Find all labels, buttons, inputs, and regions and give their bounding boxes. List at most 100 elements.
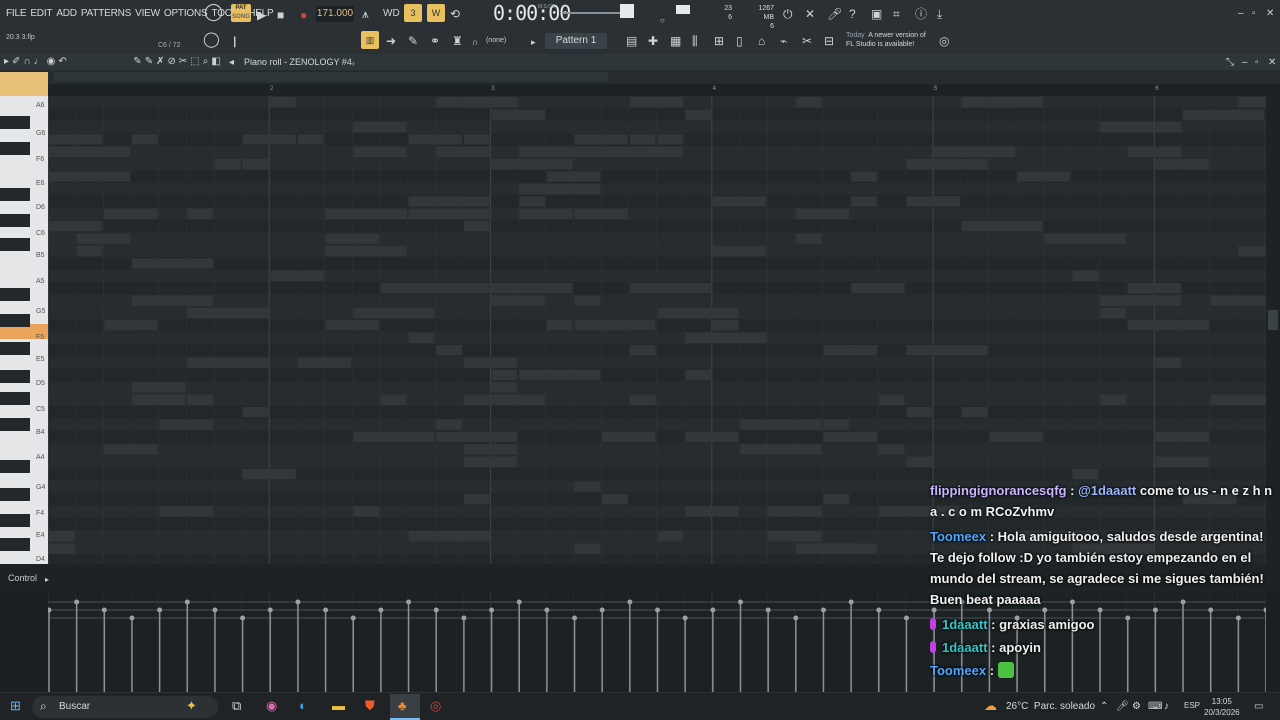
black-key[interactable]: [0, 288, 30, 301]
mic-tray-icon[interactable]: 🎤︎: [1116, 701, 1129, 712]
settings-tray-icon[interactable]: ⚙: [1132, 701, 1141, 712]
network-icon[interactable]: ⌨: [1148, 701, 1162, 712]
mixer-toggle-icon[interactable]: ✕: [805, 7, 815, 21]
black-key[interactable]: [0, 142, 30, 155]
black-key[interactable]: [0, 188, 30, 201]
microphone-icon[interactable]: 🎤︎: [827, 7, 842, 21]
black-key[interactable]: [0, 392, 30, 405]
undo-icon[interactable]: ↶: [58, 56, 69, 67]
save-icon[interactable]: ▣: [871, 7, 882, 21]
keyboard-corner[interactable]: [0, 72, 48, 96]
black-key[interactable]: [0, 460, 30, 473]
magnet-tool-icon[interactable]: ∩: [23, 56, 33, 67]
menu-file[interactable]: FILE: [6, 8, 27, 19]
plugin-icon[interactable]: ⌗: [893, 7, 900, 21]
black-key[interactable]: [0, 116, 30, 129]
obs-icon[interactable]: ◎: [430, 699, 441, 713]
language-indicator[interactable]: ESP: [1184, 701, 1200, 710]
time-display[interactable]: 0:00:00: [493, 1, 571, 25]
vertical-scroll-thumb[interactable]: [1268, 310, 1278, 330]
link-icon[interactable]: ⚭: [430, 34, 440, 48]
piano-keyboard[interactable]: A6 G6 F6 E6 D6 C6 B5 A5 G5 F5 E5 D5 C5 B4 A4 G4 F4 E4 D4: [0, 72, 48, 564]
playlist-view-button[interactable]: ▥: [361, 31, 379, 49]
channel-rack-icon[interactable]: ✚: [648, 34, 658, 48]
news-panel[interactable]: Today A newer version of FL Studio is av…: [846, 31, 926, 49]
black-key[interactable]: [0, 538, 30, 551]
browser-icon[interactable]: ⊞: [714, 34, 724, 48]
black-key[interactable]: [0, 488, 30, 501]
task-view-icon[interactable]: ⧉: [232, 699, 241, 713]
speaker-icon[interactable]: ◂: [229, 56, 234, 70]
note-icon[interactable]: ♩: [34, 56, 47, 67]
help-icon[interactable]: ?: [849, 7, 856, 21]
copilot-sparkle-icon[interactable]: ✦: [186, 699, 197, 713]
pr-close-icon[interactable]: ✕: [1268, 56, 1276, 70]
stamp-icon[interactable]: ♜: [452, 34, 463, 48]
volume-icon[interactable]: ♪: [1164, 701, 1169, 712]
play-icon[interactable]: ▶: [257, 8, 266, 22]
pat-song-toggle[interactable]: PAT SONG: [231, 4, 251, 22]
mixer-icon[interactable]: ⫼: [692, 34, 698, 48]
arrow-right-icon[interactable]: ➜: [386, 34, 396, 48]
minimize-icon[interactable]: –: [1238, 8, 1244, 19]
hint-knob-icon[interactable]: ◯: [204, 3, 223, 20]
file-explorer-icon[interactable]: ▬: [332, 699, 345, 713]
delete-tool-icon[interactable]: ✗: [156, 56, 167, 67]
loop-record-icon[interactable]: ⟲: [450, 7, 460, 21]
pr-maximize-icon[interactable]: ▫: [1255, 56, 1259, 70]
download-icon[interactable]: ⤓: [937, 7, 942, 21]
control-arrow-icon[interactable]: ▸: [45, 573, 49, 587]
black-key[interactable]: [0, 370, 30, 383]
brave-icon[interactable]: ⛊: [365, 699, 375, 713]
tempo-display[interactable]: 171.000: [316, 6, 354, 22]
menu-options[interactable]: OPTIONS: [164, 8, 208, 19]
draw-tool-icon[interactable]: ✎: [133, 56, 144, 67]
black-key[interactable]: [0, 214, 30, 227]
paint-tool-icon[interactable]: ✎: [145, 56, 156, 67]
windows-start-icon[interactable]: ⊞: [10, 699, 21, 713]
pattern-prev-icon[interactable]: ▸: [531, 35, 536, 49]
record-icon[interactable]: ●: [300, 8, 307, 22]
metronome-icon[interactable]: ⩚: [362, 7, 369, 21]
mute-tool-icon[interactable]: ⊘: [167, 56, 178, 67]
playback-tool-icon[interactable]: ◧: [211, 56, 223, 67]
plugin-picker-icon[interactable]: ⌂: [758, 34, 765, 48]
pencil-icon[interactable]: ✐: [12, 56, 23, 67]
step-edit-toggle[interactable]: W: [427, 4, 445, 22]
file-icon[interactable]: ▯: [736, 34, 743, 48]
record-tool-icon[interactable]: ◉: [47, 56, 59, 67]
menu-edit[interactable]: EDIT: [30, 8, 52, 19]
clock[interactable]: 13:05 20/3/2026: [1204, 696, 1240, 718]
title-arrow-icon[interactable]: ›: [352, 57, 355, 71]
select-tool-icon[interactable]: ⬚: [190, 56, 202, 67]
menu-view[interactable]: VIEW: [135, 8, 160, 19]
pitch-icon[interactable]: ○: [660, 14, 665, 28]
draw-icon[interactable]: ✎: [408, 34, 418, 48]
countdown-toggle[interactable]: 3: [404, 4, 422, 22]
playlist-icon[interactable]: ▤: [626, 34, 637, 48]
piano-roll-icon[interactable]: ▦: [670, 34, 681, 48]
news-settings-icon[interactable]: ◎: [939, 34, 949, 48]
black-key[interactable]: [0, 514, 30, 527]
touch-keyboard-icon[interactable]: ⌁: [780, 34, 787, 48]
menu-patterns[interactable]: PATTERNS: [81, 8, 131, 19]
note-knob-icon[interactable]: ◯: [203, 32, 220, 47]
wait-icon[interactable]: WD: [383, 7, 400, 21]
master-volume-track[interactable]: [562, 12, 620, 14]
notifications-icon[interactable]: ▭: [1254, 701, 1263, 712]
pr-minimize-icon[interactable]: –: [1242, 56, 1248, 70]
weather-widget[interactable]: 26°C Parc. soleado: [1006, 701, 1095, 712]
black-key[interactable]: [0, 238, 30, 251]
slice-tool-icon[interactable]: ✂: [179, 56, 190, 67]
pattern-selector[interactable]: Pattern 1: [545, 33, 607, 49]
cart-icon[interactable]: ⊟: [824, 34, 834, 48]
brush-icon[interactable]: ✂: [802, 34, 812, 48]
black-key[interactable]: [0, 342, 30, 355]
chevron-up-icon[interactable]: ⌃: [1100, 701, 1108, 712]
options-arrow-icon[interactable]: ▸: [4, 56, 12, 67]
undo-history-icon[interactable]: ⏻: [783, 7, 793, 21]
magnet-icon[interactable]: ∩: [472, 35, 478, 49]
horizontal-scrollbar[interactable]: [54, 72, 608, 82]
bar-ruler[interactable]: 2 3 4 5 6: [48, 84, 1266, 96]
stop-icon[interactable]: ■: [277, 8, 284, 22]
